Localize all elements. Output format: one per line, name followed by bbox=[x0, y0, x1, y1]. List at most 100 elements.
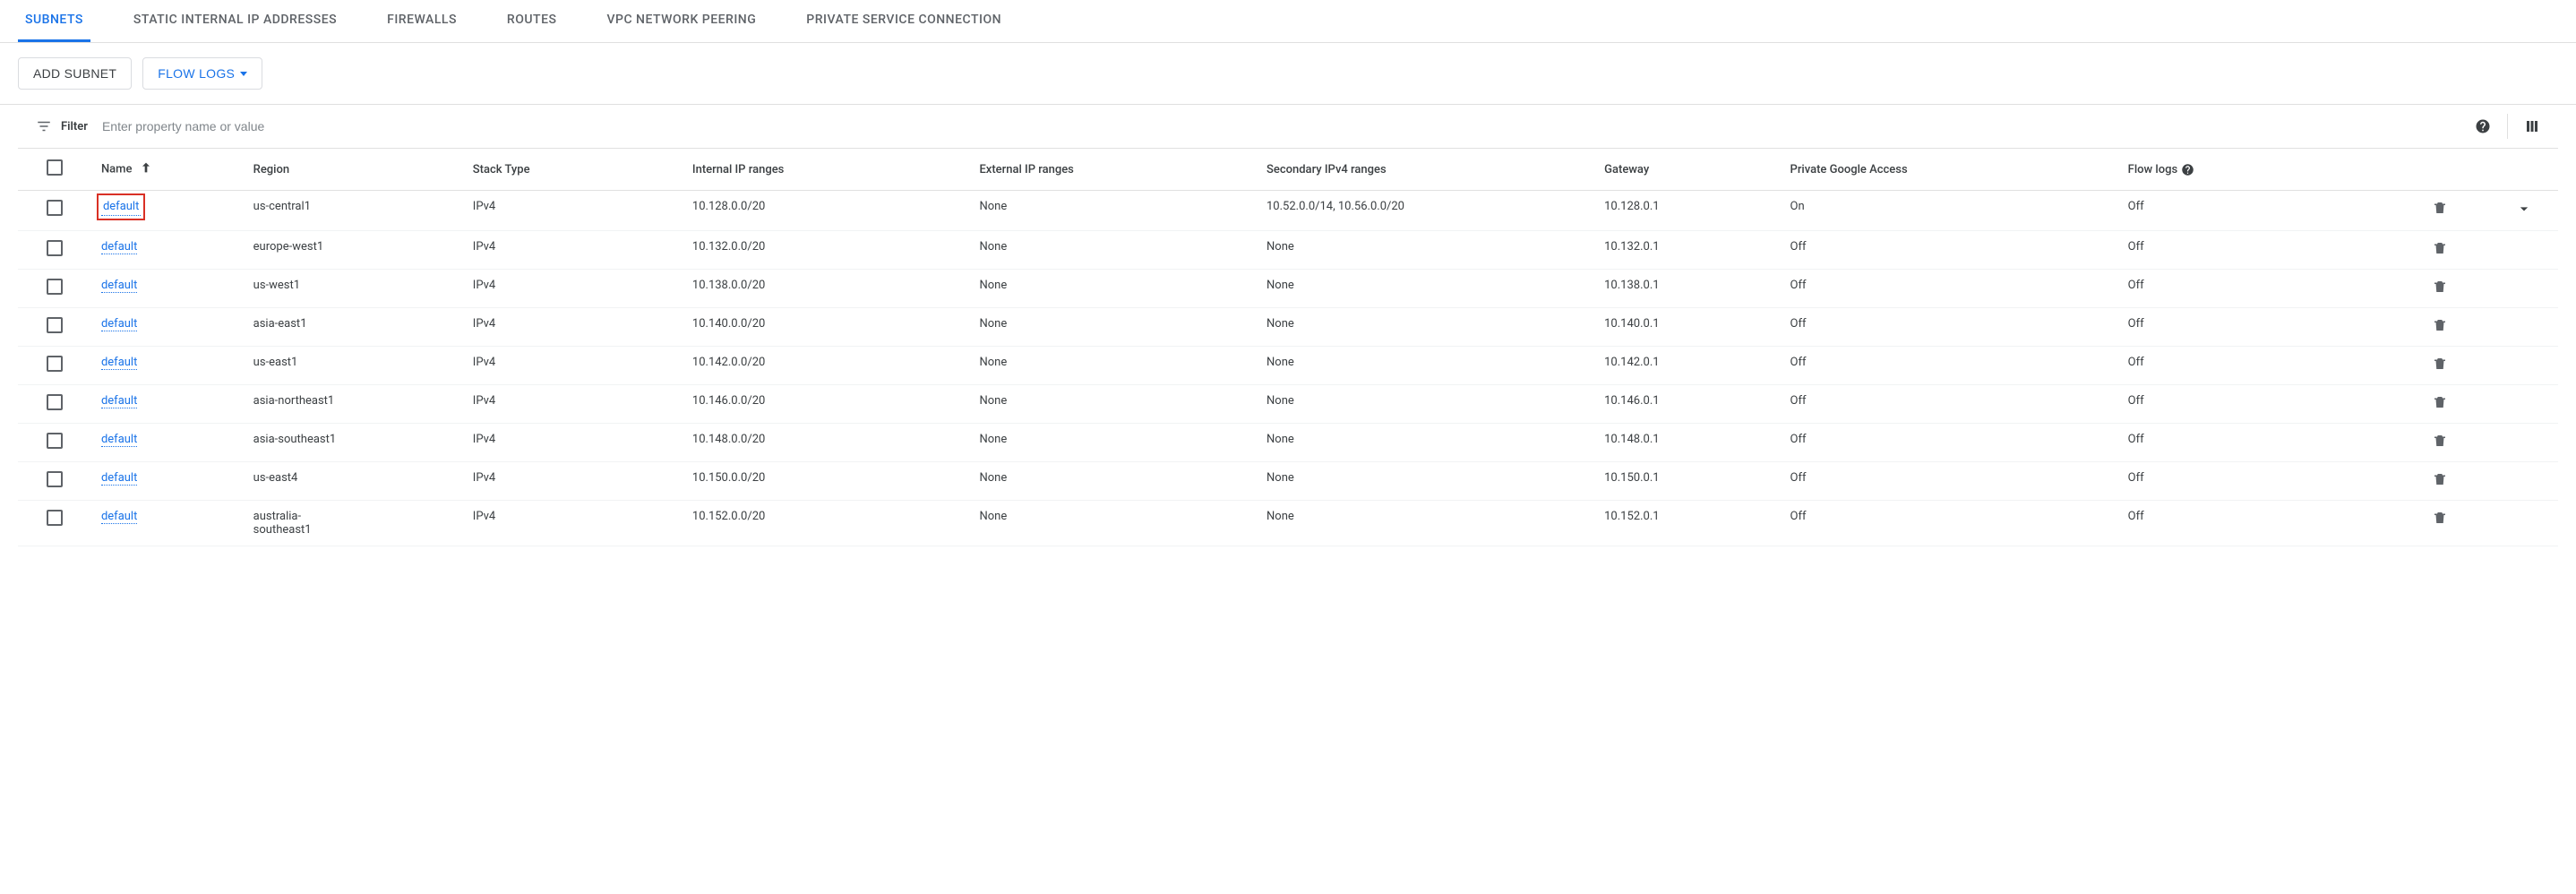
row-checkbox[interactable] bbox=[47, 356, 63, 372]
select-all-checkbox[interactable] bbox=[47, 159, 63, 176]
delete-button[interactable] bbox=[2432, 439, 2448, 452]
tab-routes[interactable]: ROUTES bbox=[500, 0, 564, 42]
column-header-region[interactable]: Region bbox=[245, 149, 464, 191]
stack-value: IPv4 bbox=[464, 462, 683, 501]
row-checkbox[interactable] bbox=[47, 279, 63, 295]
tab-subnets[interactable]: SUBNETS bbox=[18, 0, 90, 42]
subnet-name-link[interactable]: default bbox=[101, 317, 137, 331]
expand-row-button[interactable] bbox=[2515, 208, 2533, 221]
region-value: us-east4 bbox=[253, 471, 352, 485]
subnet-name-link[interactable]: default bbox=[101, 471, 137, 486]
add-subnet-button[interactable]: ADD SUBNET bbox=[18, 57, 132, 90]
region-value: us-east1 bbox=[253, 356, 352, 369]
flow-value: Off bbox=[2119, 385, 2390, 424]
row-checkbox[interactable] bbox=[47, 317, 63, 333]
stack-value: IPv4 bbox=[464, 347, 683, 385]
table-row: defaultus-central1IPv410.128.0.0/20None1… bbox=[18, 191, 2558, 231]
flow-value: Off bbox=[2119, 270, 2390, 308]
flow-value: Off bbox=[2119, 191, 2390, 231]
column-selector-icon[interactable] bbox=[2524, 118, 2540, 134]
pga-value: Off bbox=[1782, 424, 2119, 462]
external-ip-value: None bbox=[970, 462, 1258, 501]
stack-value: IPv4 bbox=[464, 191, 683, 231]
stack-value: IPv4 bbox=[464, 501, 683, 546]
actions-row: ADD SUBNET FLOW LOGS bbox=[0, 43, 2576, 104]
filter-input[interactable] bbox=[97, 114, 2466, 139]
external-ip-value: None bbox=[970, 385, 1258, 424]
secondary-ip-value: None bbox=[1267, 471, 1414, 485]
column-header-internal[interactable]: Internal IP ranges bbox=[683, 149, 971, 191]
gateway-value: 10.138.0.1 bbox=[1595, 270, 1781, 308]
pga-value: Off bbox=[1782, 347, 2119, 385]
help-icon[interactable] bbox=[2181, 163, 2194, 176]
column-header-pga[interactable]: Private Google Access bbox=[1782, 149, 2119, 191]
internal-ip-value: 10.148.0.0/20 bbox=[683, 424, 971, 462]
tab-private-service-connection[interactable]: PRIVATE SERVICE CONNECTION bbox=[799, 0, 1009, 42]
flow-value: Off bbox=[2119, 424, 2390, 462]
pga-value: Off bbox=[1782, 501, 2119, 546]
subnet-name-link[interactable]: default bbox=[101, 356, 137, 370]
delete-button[interactable] bbox=[2432, 400, 2448, 414]
delete-button[interactable] bbox=[2432, 206, 2448, 219]
subnet-name-link[interactable]: default bbox=[101, 198, 141, 216]
external-ip-value: None bbox=[970, 424, 1258, 462]
delete-button[interactable] bbox=[2432, 362, 2448, 375]
help-icon[interactable] bbox=[2475, 118, 2491, 134]
subnets-table: Name Region Stack Type Internal IP range… bbox=[18, 148, 2558, 546]
gateway-value: 10.148.0.1 bbox=[1595, 424, 1781, 462]
row-checkbox[interactable] bbox=[47, 510, 63, 526]
delete-button[interactable] bbox=[2432, 477, 2448, 491]
delete-button[interactable] bbox=[2432, 285, 2448, 298]
region-value: asia-southeast1 bbox=[253, 433, 352, 446]
flow-value: Off bbox=[2119, 501, 2390, 546]
secondary-ip-value: None bbox=[1267, 240, 1414, 254]
column-header-secondary[interactable]: Secondary IPv4 ranges bbox=[1258, 149, 1595, 191]
gateway-value: 10.150.0.1 bbox=[1595, 462, 1781, 501]
subnet-name-link[interactable]: default bbox=[101, 394, 137, 408]
secondary-ip-value: None bbox=[1267, 279, 1414, 292]
secondary-ip-value: None bbox=[1267, 317, 1414, 331]
delete-button[interactable] bbox=[2432, 246, 2448, 260]
delete-button[interactable] bbox=[2432, 323, 2448, 337]
region-value: us-west1 bbox=[253, 279, 352, 292]
row-checkbox[interactable] bbox=[47, 433, 63, 449]
subnet-name-link[interactable]: default bbox=[101, 240, 137, 254]
gateway-value: 10.142.0.1 bbox=[1595, 347, 1781, 385]
flow-logs-dropdown-button[interactable]: FLOW LOGS bbox=[142, 57, 262, 90]
column-header-name[interactable]: Name bbox=[92, 149, 245, 191]
stack-value: IPv4 bbox=[464, 308, 683, 347]
subnet-name-link[interactable]: default bbox=[101, 433, 137, 447]
tab-firewalls[interactable]: FIREWALLS bbox=[380, 0, 464, 42]
table-row: defaulteurope-west1IPv410.132.0.0/20None… bbox=[18, 231, 2558, 270]
gateway-value: 10.128.0.1 bbox=[1595, 191, 1781, 231]
sort-ascending-icon bbox=[139, 160, 153, 178]
flow-value: Off bbox=[2119, 231, 2390, 270]
secondary-ip-value: None bbox=[1267, 433, 1414, 446]
row-checkbox[interactable] bbox=[47, 471, 63, 487]
region-value: europe-west1 bbox=[253, 240, 352, 254]
pga-value: Off bbox=[1782, 231, 2119, 270]
row-checkbox[interactable] bbox=[47, 394, 63, 410]
column-header-flow[interactable]: Flow logs bbox=[2119, 149, 2390, 191]
table-row: defaultus-west1IPv410.138.0.0/20NoneNone… bbox=[18, 270, 2558, 308]
row-checkbox[interactable] bbox=[47, 240, 63, 256]
internal-ip-value: 10.140.0.0/20 bbox=[683, 308, 971, 347]
table-row: defaultasia-northeast1IPv410.146.0.0/20N… bbox=[18, 385, 2558, 424]
subnet-name-link[interactable]: default bbox=[101, 279, 137, 293]
external-ip-value: None bbox=[970, 501, 1258, 546]
tab-vpc-network-peering[interactable]: VPC NETWORK PEERING bbox=[599, 0, 763, 42]
column-header-gateway[interactable]: Gateway bbox=[1595, 149, 1781, 191]
flow-logs-label: FLOW LOGS bbox=[158, 66, 235, 81]
flow-value: Off bbox=[2119, 462, 2390, 501]
tab-static-internal-ip[interactable]: STATIC INTERNAL IP ADDRESSES bbox=[126, 0, 344, 42]
subnet-name-link[interactable]: default bbox=[101, 510, 137, 524]
table-row: defaultasia-southeast1IPv410.148.0.0/20N… bbox=[18, 424, 2558, 462]
secondary-ip-value: None bbox=[1267, 510, 1414, 523]
row-checkbox[interactable] bbox=[47, 200, 63, 216]
region-value: us-central1 bbox=[253, 200, 352, 213]
stack-value: IPv4 bbox=[464, 231, 683, 270]
column-header-stack[interactable]: Stack Type bbox=[464, 149, 683, 191]
column-header-external[interactable]: External IP ranges bbox=[970, 149, 1258, 191]
secondary-ip-value: None bbox=[1267, 356, 1414, 369]
delete-button[interactable] bbox=[2432, 516, 2448, 529]
